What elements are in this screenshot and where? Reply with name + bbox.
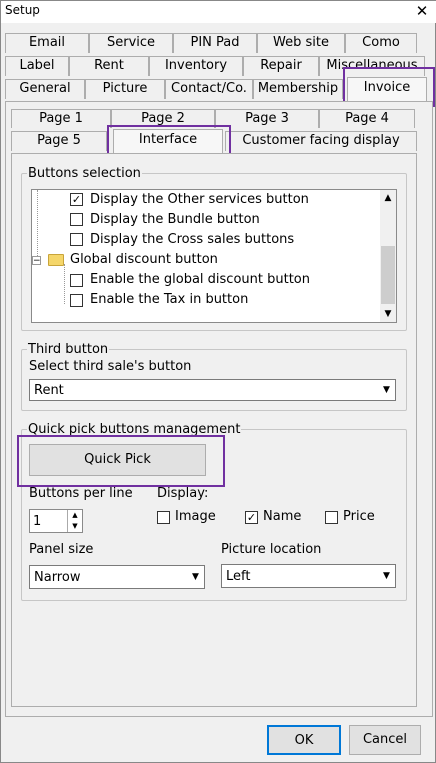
select-third-sale-label: Select third sale's button bbox=[29, 359, 192, 374]
buttons-per-line-label: Buttons per line bbox=[29, 486, 133, 501]
cancel-button[interactable]: Cancel bbox=[349, 725, 421, 755]
check-mark-icon: ✓ bbox=[71, 193, 82, 206]
tab-membership[interactable]: Membership bbox=[253, 79, 343, 99]
tab-rent[interactable]: Rent bbox=[69, 56, 149, 76]
title-bar: Setup ✕ bbox=[1, 1, 436, 23]
tab-email[interactable]: Email bbox=[5, 33, 89, 53]
folder-icon bbox=[48, 254, 64, 266]
collapse-toggle-icon[interactable]: − bbox=[32, 256, 41, 266]
buttons-per-line-spinner[interactable]: 1 ▲ ▼ bbox=[29, 509, 83, 533]
third-sale-select[interactable]: Rent ▼ bbox=[29, 379, 396, 401]
tab-service[interactable]: Service bbox=[89, 33, 173, 53]
third-button-label: Third button bbox=[27, 342, 110, 357]
subtab-page-4[interactable]: Page 4 bbox=[319, 109, 415, 128]
panel-size-label: Panel size bbox=[29, 542, 94, 557]
buttons-selection-label: Buttons selection bbox=[27, 166, 142, 181]
tab-web-site[interactable]: Web site bbox=[257, 33, 345, 53]
tab-como[interactable]: Como bbox=[345, 33, 417, 53]
item-cross-sales: Display the Cross sales buttons bbox=[90, 232, 295, 247]
item-global-discount: Global discount button bbox=[70, 252, 218, 267]
checkbox-cross-sales[interactable] bbox=[70, 233, 83, 246]
chevron-down-icon[interactable]: ▼ bbox=[378, 380, 395, 400]
window-title: Setup bbox=[5, 3, 40, 17]
tab-contact-co[interactable]: Contact/Co. bbox=[165, 79, 253, 99]
chevron-down-icon[interactable]: ▼ bbox=[187, 566, 204, 588]
checkbox-price[interactable] bbox=[325, 511, 338, 524]
tree-scrollbar[interactable]: ▲ ▼ bbox=[380, 190, 396, 322]
panel-size-select[interactable]: Narrow ▼ bbox=[29, 565, 205, 589]
ok-button[interactable]: OK bbox=[267, 725, 341, 755]
item-bundle: Display the Bundle button bbox=[90, 212, 260, 227]
name-label: Name bbox=[263, 509, 302, 524]
checkbox-tax-in[interactable] bbox=[70, 294, 83, 307]
checkbox-name[interactable]: ✓ bbox=[245, 511, 258, 524]
price-label: Price bbox=[343, 509, 375, 524]
buttons-tree[interactable]: ✓ Display the Other services button Disp… bbox=[31, 189, 397, 323]
tree-line bbox=[64, 264, 65, 304]
checkbox-global-discount[interactable] bbox=[70, 274, 83, 287]
item-enable-global-discount: Enable the global discount button bbox=[90, 272, 310, 287]
picture-location-select[interactable]: Left ▼ bbox=[221, 564, 396, 588]
setup-window: Setup ✕ Email Service PIN Pad Web site C… bbox=[0, 0, 436, 763]
tab-pin-pad[interactable]: PIN Pad bbox=[173, 33, 257, 53]
spin-up-icon[interactable]: ▲ bbox=[67, 510, 82, 521]
panel-size-value: Narrow bbox=[34, 570, 81, 585]
picture-location-value: Left bbox=[226, 569, 251, 584]
subtab-page-1[interactable]: Page 1 bbox=[11, 109, 111, 128]
item-other-services: Display the Other services button bbox=[90, 192, 309, 207]
checkbox-other-services[interactable]: ✓ bbox=[70, 193, 83, 206]
image-label: Image bbox=[175, 509, 216, 524]
tree-line bbox=[37, 190, 38, 260]
buttons-per-line-value: 1 bbox=[33, 514, 42, 529]
close-icon[interactable]: ✕ bbox=[413, 2, 431, 20]
tab-repair[interactable]: Repair bbox=[243, 56, 319, 76]
scroll-up-icon[interactable]: ▲ bbox=[380, 190, 396, 206]
third-sale-value: Rent bbox=[34, 383, 64, 398]
tab-inventory[interactable]: Inventory bbox=[149, 56, 243, 76]
scroll-thumb[interactable] bbox=[381, 246, 395, 304]
chevron-down-icon[interactable]: ▼ bbox=[378, 565, 395, 587]
display-label: Display: bbox=[157, 486, 209, 501]
check-mark-icon: ✓ bbox=[246, 511, 257, 524]
spin-down-icon[interactable]: ▼ bbox=[67, 521, 82, 532]
quick-pick-highlight bbox=[17, 435, 225, 487]
tab-general[interactable]: General bbox=[5, 79, 85, 99]
checkbox-bundle[interactable] bbox=[70, 213, 83, 226]
checkbox-image[interactable] bbox=[157, 511, 170, 524]
tab-picture[interactable]: Picture bbox=[85, 79, 165, 99]
subtab-customer-facing-display[interactable]: Customer facing display bbox=[225, 131, 417, 151]
scroll-down-icon[interactable]: ▼ bbox=[380, 306, 396, 322]
item-enable-tax-in: Enable the Tax in button bbox=[90, 292, 249, 307]
subtab-page-5[interactable]: Page 5 bbox=[11, 131, 107, 151]
picture-location-label: Picture location bbox=[221, 542, 322, 557]
tab-label[interactable]: Label bbox=[5, 56, 69, 76]
